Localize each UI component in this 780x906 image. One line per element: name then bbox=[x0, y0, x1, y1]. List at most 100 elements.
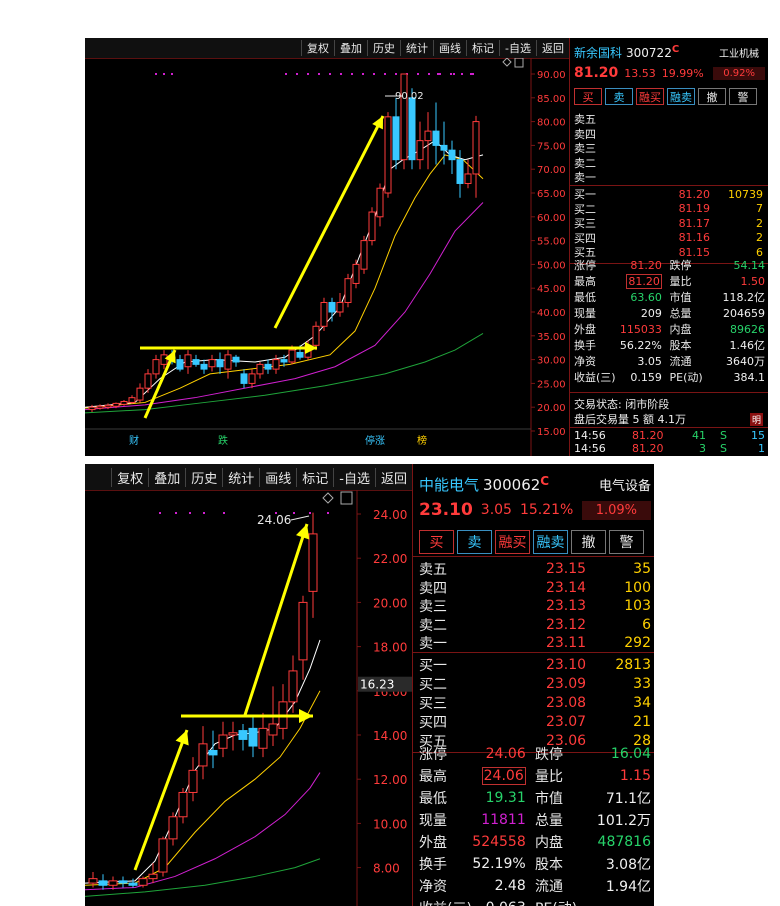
candle-body bbox=[198, 743, 208, 767]
margin-buy-button[interactable]: 融买 bbox=[636, 88, 664, 105]
candle-body bbox=[272, 359, 280, 370]
book-label: 买二 bbox=[419, 677, 447, 693]
diamond-icon[interactable] bbox=[502, 58, 512, 67]
book-price: 23.13 bbox=[545, 598, 587, 614]
stat-value: 56.22% bbox=[619, 338, 662, 352]
current-price: 81.20 bbox=[574, 65, 619, 81]
dot-marker bbox=[171, 73, 173, 75]
stat-label: 最高 bbox=[419, 769, 447, 785]
alert-button[interactable]: 警 bbox=[609, 530, 644, 554]
stat-label: 外盘 bbox=[419, 835, 447, 851]
stat-label: 换手 bbox=[419, 857, 447, 873]
event-marker[interactable]: 跌 bbox=[218, 434, 228, 447]
panel-toggle-icon[interactable] bbox=[514, 58, 524, 68]
toolbar-back-button[interactable]: 返回 bbox=[536, 40, 569, 56]
toolbar-overlay-button[interactable]: 叠加 bbox=[148, 467, 185, 487]
candle-body bbox=[258, 727, 268, 749]
toolbar-restore-button[interactable]: 复权 bbox=[111, 467, 148, 487]
book-row: 卖三 23.13 103 bbox=[419, 597, 651, 615]
tick-row: 14:56 81.20 3 S 1 bbox=[574, 442, 765, 455]
candle-body bbox=[288, 349, 296, 363]
dot-marker bbox=[285, 73, 287, 75]
toolbar-draw-button[interactable]: 画线 bbox=[259, 467, 296, 487]
book-volume: 6 bbox=[642, 616, 651, 633]
toolbar-watchlist-button[interactable]: -自选 bbox=[499, 40, 536, 56]
candle-body bbox=[96, 405, 104, 409]
toolbar-stats-button[interactable]: 统计 bbox=[400, 40, 433, 56]
tick-side: S bbox=[720, 429, 727, 442]
book-row: 卖四 bbox=[574, 127, 765, 141]
cancel-button[interactable]: 撤 bbox=[698, 88, 726, 105]
candle-body bbox=[120, 400, 128, 405]
margin-sell-button[interactable]: 融卖 bbox=[667, 88, 695, 105]
toolbar-overlay-button[interactable]: 叠加 bbox=[334, 40, 367, 56]
toolbar-mark-button[interactable]: 标记 bbox=[466, 40, 499, 56]
toolbar-back-button[interactable]: 返回 bbox=[374, 467, 412, 487]
price-axis-label: 65.00 bbox=[537, 189, 566, 200]
candle-body bbox=[456, 159, 464, 184]
cancel-button[interactable]: 撤 bbox=[571, 530, 606, 554]
industry-name[interactable]: 工业机械 bbox=[719, 45, 759, 60]
book-price: 23.08 bbox=[545, 695, 587, 711]
candle-body bbox=[424, 130, 432, 142]
diamond-icon[interactable] bbox=[322, 492, 334, 504]
candle-body bbox=[188, 769, 198, 793]
stat-label: 流通 bbox=[669, 355, 692, 368]
candle-body bbox=[118, 880, 128, 884]
panel-toggle-icon[interactable] bbox=[340, 491, 353, 505]
tick-volume: 41 bbox=[692, 429, 706, 442]
stat-value: 1.46亿 bbox=[729, 339, 766, 352]
candle-body bbox=[200, 363, 208, 370]
stat-label: PE(动) bbox=[669, 371, 703, 384]
candle-body bbox=[352, 263, 360, 284]
event-marker[interactable]: 财 bbox=[129, 434, 139, 447]
toolbar-mark-button[interactable]: 标记 bbox=[296, 467, 333, 487]
dot-marker bbox=[437, 73, 439, 75]
price-axis-label: 90.00 bbox=[537, 70, 566, 81]
stat-value: 0.159 bbox=[630, 370, 662, 384]
stat-label: PE(动) bbox=[535, 898, 577, 906]
toolbar-stats-button[interactable]: 统计 bbox=[222, 467, 259, 487]
toolbar-restore-button[interactable]: 复权 bbox=[301, 40, 334, 56]
stat-label: 收益(三) bbox=[419, 898, 472, 906]
stat-value: 11811 bbox=[481, 812, 526, 828]
book-row: 买二 81.19 7 bbox=[574, 202, 763, 216]
dot-marker bbox=[417, 73, 419, 75]
event-marker[interactable]: 停涨 bbox=[365, 434, 385, 447]
buy-button[interactable]: 买 bbox=[419, 530, 454, 554]
price-axis-label: 14.00 bbox=[373, 729, 407, 743]
candle-body bbox=[168, 816, 178, 840]
buy-button[interactable]: 买 bbox=[574, 88, 602, 105]
stat-value: 1.50 bbox=[740, 274, 766, 288]
stat-label: 涨停 bbox=[419, 747, 447, 763]
toolbar-watchlist-button[interactable]: -自选 bbox=[333, 467, 375, 487]
stat-value: 118.2亿 bbox=[722, 291, 766, 304]
stat-value: 81.20 bbox=[630, 258, 662, 272]
margin-buy-button[interactable]: 融买 bbox=[495, 530, 530, 554]
alert-button[interactable]: 警 bbox=[729, 88, 757, 105]
price-axis-label: 50.00 bbox=[537, 260, 566, 271]
price-pct: 15.21% bbox=[519, 502, 574, 518]
book-row: 卖五 23.15 35 bbox=[419, 560, 651, 578]
stat-label: 最高 bbox=[574, 275, 596, 288]
code-mark: C bbox=[671, 44, 680, 55]
price-change: 3.05 bbox=[480, 502, 512, 518]
candle-body bbox=[112, 402, 120, 407]
bottom-kline-chart[interactable]: 24.0022.0020.0018.0016.0014.0012.0010.00… bbox=[85, 490, 412, 906]
stat-value: 487816 bbox=[597, 834, 651, 850]
event-marker[interactable]: 榜 bbox=[417, 434, 427, 447]
stat-label: 流通 bbox=[535, 879, 563, 895]
top-kline-chart[interactable]: 90.00 85.00 80.00 75.00 70.00 65.00 60.00 55.00… bbox=[85, 58, 569, 456]
dot-marker bbox=[472, 73, 474, 75]
price-axis-label: 30.00 bbox=[537, 356, 566, 367]
margin-sell-button[interactable]: 融卖 bbox=[533, 530, 568, 554]
industry-name[interactable]: 电气设备 bbox=[599, 475, 651, 494]
toolbar-history-button[interactable]: 历史 bbox=[185, 467, 222, 487]
candle-body bbox=[216, 359, 224, 368]
after-badge[interactable]: 明 bbox=[749, 412, 763, 426]
toolbar-draw-button[interactable]: 画线 bbox=[433, 40, 466, 56]
price-axis-label: 20.00 bbox=[373, 596, 407, 610]
toolbar-history-button[interactable]: 历史 bbox=[367, 40, 400, 56]
sell-button[interactable]: 卖 bbox=[457, 530, 492, 554]
sell-button[interactable]: 卖 bbox=[605, 88, 633, 105]
